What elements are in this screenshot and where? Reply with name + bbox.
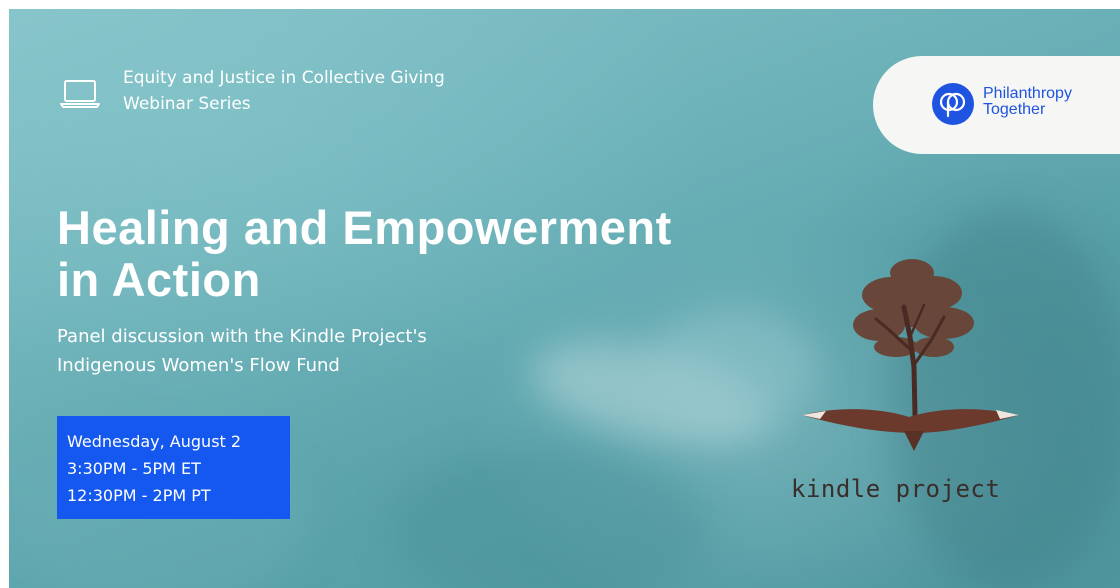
subtitle-line-2: Indigenous Women's Flow Fund (57, 355, 340, 376)
tree-with-wings-icon (802, 259, 1019, 451)
page-title: Healing and Empowerment in Action (57, 202, 672, 306)
logo-text: Philanthropy Together (983, 86, 1072, 118)
event-time-pt: 12:30PM - 2PM PT (67, 486, 211, 505)
event-date: Wednesday, August 2 (67, 432, 242, 451)
kindle-project-wordmark: kindle project (791, 475, 1001, 503)
logo-text-line-2: Together (983, 101, 1046, 118)
event-time-et: 3:30PM - 5PM ET (67, 459, 201, 478)
event-date-box: Wednesday, August 2 3:30PM - 5PM ET 12:3… (57, 416, 290, 519)
philanthropy-together-logo: Philanthropy Together (873, 56, 1120, 154)
series-title-line-1: Equity and Justice in Collective Giving (123, 68, 445, 88)
page-title-line-1: Healing and Empowerment (57, 201, 672, 254)
laptop-icon (60, 80, 100, 108)
series-title-line-2: Webinar Series (123, 94, 251, 114)
subtitle: Panel discussion with the Kindle Project… (57, 322, 427, 380)
philanthropy-together-mark-icon (932, 83, 974, 125)
webinar-banner: Equity and Justice in Collective Giving … (9, 9, 1120, 588)
logo-text-line-1: Philanthropy (983, 85, 1072, 102)
page-title-line-2: in Action (57, 253, 261, 306)
subtitle-line-1: Panel discussion with the Kindle Project… (57, 326, 427, 347)
series-header: Equity and Justice in Collective Giving … (59, 65, 445, 117)
series-title: Equity and Justice in Collective Giving … (123, 65, 445, 117)
background-lap-shape (389, 449, 709, 588)
